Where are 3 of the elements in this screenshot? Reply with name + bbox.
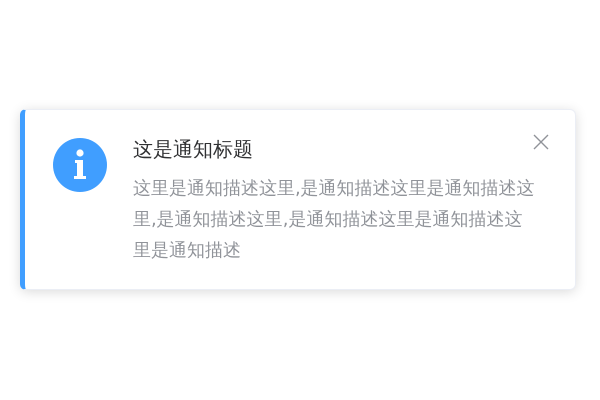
notification-title: 这是通知标题 — [133, 136, 253, 163]
close-button[interactable] — [533, 134, 549, 150]
notification-description: 这里是通知描述这里,是通知描述这里是通知描述这里,是通知描述这里,是通知描述这里是通知描述这里是通知描述 — [133, 177, 535, 263]
